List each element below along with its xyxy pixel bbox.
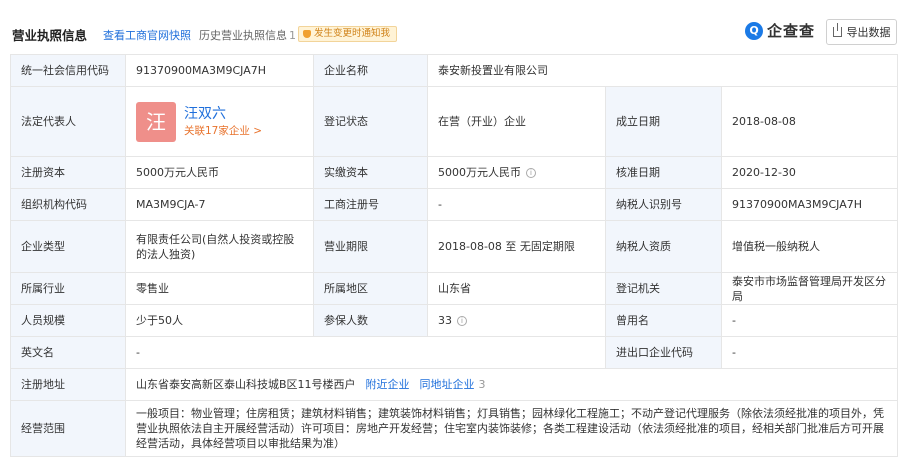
paid-capital-label: 实缴资本 (313, 156, 428, 189)
info-icon[interactable]: i (457, 316, 467, 326)
business-license-table: 统一社会信用代码 91370900MA3M9CJA7H 企业名称 泰安新投置业有… (10, 54, 899, 457)
paid-capital-cell: 5000万元人民币 i (427, 156, 606, 189)
table-row: 英文名 - 进出口企业代码 - (10, 336, 899, 369)
insured-label: 参保人数 (313, 304, 428, 337)
table-row: 经营范围 一般项目：物业管理；住房租赁；建筑材料销售；建筑装饰材料销售；灯具销售… (10, 400, 899, 457)
industry-label: 所属行业 (10, 272, 126, 305)
insured-cell: 33 i (427, 304, 606, 337)
company-type-label: 企业类型 (10, 220, 126, 273)
insured-value: 33 (438, 314, 452, 327)
founded-value: 2018-08-08 (720, 86, 899, 157)
credit-code-value: 91370900MA3M9CJA7H (125, 54, 314, 87)
staff-size-label: 人员规模 (10, 304, 126, 337)
section-title: 营业执照信息 (12, 28, 88, 43)
address-label: 注册地址 (10, 368, 126, 401)
english-name-value: - (125, 336, 606, 369)
history-license-count: 1 (289, 29, 296, 42)
legal-rep-name-link[interactable]: 汪双六 (184, 104, 262, 124)
org-code-value: MA3M9CJA-7 (125, 188, 314, 221)
english-name-label: 英文名 (10, 336, 126, 369)
logo-mark-icon: Q (745, 21, 763, 40)
reg-status-value: 在营（开业）企业 (427, 86, 606, 157)
logo-text: 企查查 (767, 22, 816, 40)
export-label: 导出数据 (846, 26, 891, 39)
company-name-value: 泰安新投置业有限公司 (426, 54, 899, 87)
table-row: 人员规模 少于50人 参保人数 33 i 曾用名 - (10, 304, 899, 337)
table-row: 企业类型 有限责任公司(自然人投资或控股的法人独资) 营业期限 2018-08-… (10, 220, 899, 273)
region-value: 山东省 (427, 272, 606, 305)
legal-rep-avatar[interactable]: 汪 (136, 101, 176, 142)
taxpayer-id-value: 91370900MA3M9CJA7H (720, 188, 899, 221)
notify-label: 发生变更时通知我 (314, 28, 391, 39)
qichacha-logo: Q 企查查 (745, 20, 815, 41)
org-code-label: 组织机构代码 (10, 188, 126, 221)
address-value: 山东省泰安高新区泰山科技城B区11号楼西户 (136, 378, 356, 391)
biz-term-label: 营业期限 (313, 220, 428, 273)
region-label: 所属地区 (313, 272, 428, 305)
same-address-companies-link[interactable]: 同地址企业 (420, 378, 475, 391)
legal-rep-label: 法定代表人 (10, 86, 126, 157)
export-data-button[interactable]: 导出数据 (826, 19, 897, 45)
former-name-value: - (720, 304, 899, 337)
table-row: 组织机构代码 MA3M9CJA-7 工商注册号 - 纳税人识别号 9137090… (10, 188, 899, 221)
credit-code-label: 统一社会信用代码 (10, 54, 126, 87)
biz-reg-no-label: 工商注册号 (313, 188, 428, 221)
table-row: 法定代表人 汪 汪双六 关联17家企业 > 登记状态 在营（开业）企业 成立日期… (10, 86, 899, 157)
industry-value: 零售业 (125, 272, 314, 305)
info-icon[interactable]: i (526, 168, 536, 178)
same-address-count: 3 (478, 378, 486, 391)
founded-label: 成立日期 (605, 86, 722, 157)
biz-reg-no-value: - (427, 188, 606, 221)
legal-rep-value: 汪 汪双六 关联17家企业 > (125, 86, 314, 157)
history-license-link[interactable]: 历史营业执照信息 1 (199, 27, 296, 43)
address-cell: 山东省泰安高新区泰山科技城B区11号楼西户 附近企业 同地址企业 3 (124, 368, 899, 401)
company-type-value: 有限责任公司(自然人投资或控股的法人独资) (125, 220, 314, 273)
notify-on-change-button[interactable]: 发生变更时通知我 (298, 26, 398, 42)
staff-size-value: 少于50人 (125, 304, 314, 337)
section-header: 营业执照信息 查看工商官网快照 历史营业执照信息 1 发生变更时通知我 Q 企查查… (0, 0, 900, 52)
gov-snapshot-link[interactable]: 查看工商官网快照 (103, 27, 191, 43)
import-export-label: 进出口企业代码 (605, 336, 722, 369)
nearby-companies-link[interactable]: 附近企业 (366, 378, 410, 391)
reg-authority-value: 泰安市市场监督管理局开发区分局 (720, 272, 899, 305)
bell-icon (303, 30, 311, 38)
taxpayer-qual-label: 纳税人资质 (605, 220, 722, 273)
reg-authority-label: 登记机关 (605, 272, 722, 305)
table-row: 注册地址 山东省泰安高新区泰山科技城B区11号楼西户 附近企业 同地址企业 3 (10, 368, 899, 401)
history-license-label: 历史营业执照信息 (199, 29, 287, 42)
table-row: 注册资本 5000万元人民币 实缴资本 5000万元人民币 i 核准日期 2020… (10, 156, 899, 189)
company-name-label: 企业名称 (313, 54, 428, 87)
related-companies-link[interactable]: 关联17家企业 > (184, 124, 262, 139)
table-row: 所属行业 零售业 所属地区 山东省 登记机关 泰安市市场监督管理局开发区分局 (10, 272, 899, 305)
table-row: 统一社会信用代码 91370900MA3M9CJA7H 企业名称 泰安新投置业有… (10, 54, 899, 87)
reg-capital-label: 注册资本 (10, 156, 126, 189)
reg-status-label: 登记状态 (313, 86, 428, 157)
taxpayer-qual-value: 增值税一般纳税人 (720, 220, 899, 273)
import-export-value: - (720, 336, 899, 369)
scope-value: 一般项目：物业管理；住房租赁；建筑材料销售；建筑装饰材料销售；灯具销售；园林绿化… (124, 400, 899, 457)
approval-date-value: 2020-12-30 (720, 156, 899, 189)
biz-term-value: 2018-08-08 至 无固定期限 (427, 220, 606, 273)
taxpayer-id-label: 纳税人识别号 (605, 188, 722, 221)
scope-label: 经营范围 (10, 400, 126, 457)
paid-capital-value: 5000万元人民币 (438, 166, 521, 179)
download-icon (832, 23, 842, 37)
former-name-label: 曾用名 (605, 304, 722, 337)
reg-capital-value: 5000万元人民币 (125, 156, 314, 189)
approval-date-label: 核准日期 (605, 156, 722, 189)
